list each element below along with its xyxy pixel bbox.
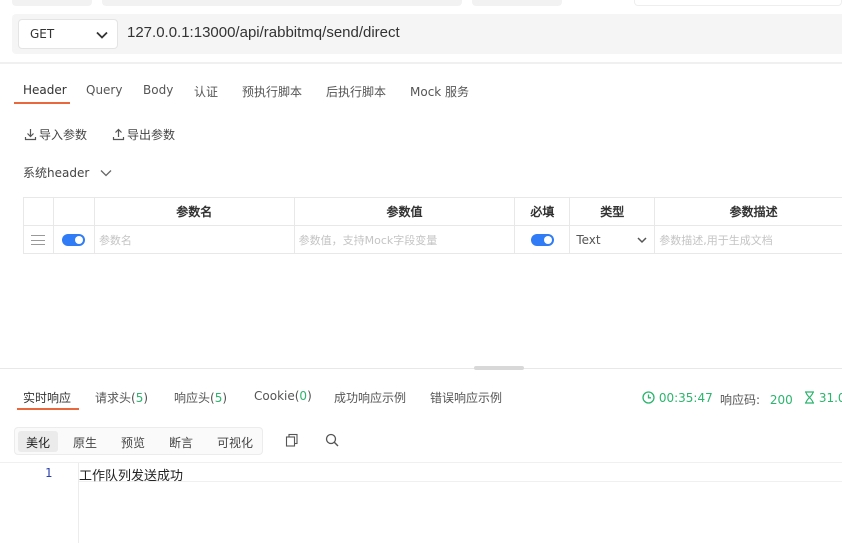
cookie-label: Cookie( <box>254 389 299 403</box>
tab-success-example[interactable]: 成功响应示例 <box>334 389 406 406</box>
col-type-header: 类型 <box>570 198 655 226</box>
col-drag <box>24 198 54 226</box>
response-time: 00:35:47 <box>642 391 713 405</box>
active-response-tab-indicator <box>17 408 79 410</box>
view-preview-button[interactable]: 预览 <box>113 431 153 452</box>
view-visualize-button[interactable]: 可视化 <box>209 431 261 452</box>
status-label: 响应码: <box>720 393 760 407</box>
table-header-row: 参数名 参数值 必填 类型 参数描述 <box>24 198 842 226</box>
tab-post-script[interactable]: 后执行脚本 <box>326 78 386 105</box>
import-icon <box>24 128 37 141</box>
table-row: 参数名 参数值，支持Mock字段变量 Text 参数描述,用于生成文档 <box>24 226 842 254</box>
duration-value: 31.0 <box>819 391 842 405</box>
time-value: 00:35:47 <box>659 391 713 405</box>
line-number: 1 <box>45 466 52 480</box>
copy-icon[interactable] <box>285 433 299 447</box>
name-cell[interactable]: 参数名 <box>94 226 294 254</box>
desc-cell[interactable]: 参数描述,用于生成文档 <box>655 226 842 254</box>
chevron-down-icon <box>636 234 648 246</box>
current-line <box>79 463 842 482</box>
req-headers-close: ) <box>143 391 148 405</box>
col-name-header: 参数名 <box>94 198 294 226</box>
top-tab-1[interactable] <box>12 0 92 6</box>
top-tab-2[interactable] <box>102 0 462 6</box>
divider <box>0 62 842 64</box>
search-icon[interactable] <box>325 433 339 447</box>
tab-cookie[interactable]: Cookie(0) <box>254 389 312 403</box>
duration: 31.0 <box>804 391 842 405</box>
panel-divider <box>0 368 842 369</box>
response-text: 工作队列发送成功 <box>79 465 183 484</box>
tab-query[interactable]: Query <box>86 78 122 102</box>
type-value: Text <box>570 233 600 247</box>
tab-pre-script[interactable]: 预执行脚本 <box>242 78 302 105</box>
tab-realtime-response[interactable]: 实时响应 <box>23 389 71 406</box>
view-pretty-button[interactable]: 美化 <box>18 431 58 452</box>
import-params-button[interactable]: 导入参数 <box>24 126 87 143</box>
hourglass-icon <box>804 391 815 404</box>
view-assert-button[interactable]: 断言 <box>161 431 201 452</box>
view-raw-button[interactable]: 原生 <box>65 431 105 452</box>
method-select[interactable]: GET <box>18 19 118 49</box>
response-body-editor[interactable]: 1 工作队列发送成功 <box>0 462 842 542</box>
tab-header[interactable]: Header <box>23 78 67 102</box>
export-params-button[interactable]: 导出参数 <box>112 126 175 143</box>
drag-handle-icon[interactable] <box>31 235 45 245</box>
export-icon <box>112 128 125 141</box>
url-bar: GET 127.0.0.1:13000/api/rabbitmq/send/di… <box>12 14 842 54</box>
enable-cell <box>53 226 94 254</box>
name-placeholder: 参数名 <box>95 234 132 247</box>
active-tab-indicator <box>14 102 70 104</box>
tab-mock[interactable]: Mock 服务 <box>410 78 469 105</box>
chevron-down-icon <box>99 166 113 180</box>
tab-body[interactable]: Body <box>143 78 173 102</box>
tab-error-example[interactable]: 错误响应示例 <box>430 389 502 406</box>
cookie-count: 0 <box>299 389 307 403</box>
required-toggle[interactable] <box>531 234 554 246</box>
type-cell[interactable]: Text <box>570 226 655 254</box>
status-code: 响应码: 200 <box>720 391 793 408</box>
col-enable <box>53 198 94 226</box>
status-value: 200 <box>770 393 793 407</box>
import-label: 导入参数 <box>39 128 87 142</box>
top-tab-3[interactable] <box>472 0 562 6</box>
resize-handle[interactable] <box>474 366 524 370</box>
chevron-down-icon <box>95 28 109 42</box>
tab-auth[interactable]: 认证 <box>194 78 218 105</box>
params-table: 参数名 参数值 必填 类型 参数描述 参数名 参数值，支持Mock字段变量 Te… <box>23 197 842 254</box>
clock-icon <box>642 391 655 404</box>
view-mode-group: 美化 原生 预览 断言 可视化 <box>14 427 263 455</box>
col-desc-header: 参数描述 <box>655 198 842 226</box>
top-strip <box>0 0 842 6</box>
drag-cell[interactable] <box>24 226 54 254</box>
tab-response-headers[interactable]: 响应头(5) <box>174 389 227 406</box>
tab-request-headers[interactable]: 请求头(5) <box>95 389 148 406</box>
enable-toggle[interactable] <box>62 234 85 246</box>
req-headers-label: 请求头( <box>95 391 136 405</box>
system-header-label: 系统header <box>23 166 89 180</box>
col-required-header: 必填 <box>515 198 570 226</box>
resp-headers-close: ) <box>222 391 227 405</box>
value-cell[interactable]: 参数值，支持Mock字段变量 <box>294 226 515 254</box>
resp-headers-label: 响应头( <box>174 391 215 405</box>
system-header-toggle[interactable]: 系统header <box>23 164 113 181</box>
top-field[interactable] <box>634 0 842 6</box>
required-cell <box>515 226 570 254</box>
method-value: GET <box>30 27 54 41</box>
url-input[interactable]: 127.0.0.1:13000/api/rabbitmq/send/direct <box>127 24 400 41</box>
export-label: 导出参数 <box>127 128 175 142</box>
cookie-close: ) <box>307 389 312 403</box>
value-placeholder: 参数值，支持Mock字段变量 <box>295 234 438 247</box>
col-value-header: 参数值 <box>294 198 515 226</box>
desc-placeholder: 参数描述,用于生成文档 <box>655 234 773 247</box>
